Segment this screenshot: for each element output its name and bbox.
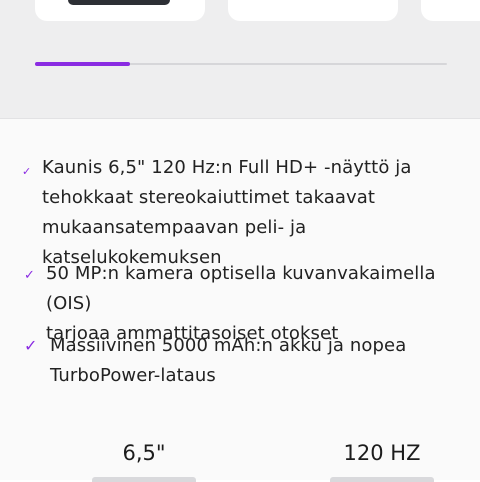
product-card[interactable] <box>421 0 480 21</box>
check-icon: ✓ <box>22 165 32 178</box>
feature-text: Massiivinen 5000 mAh:n akku ja nopea Tur… <box>50 335 407 386</box>
spec-value-screen-size: 6,5" <box>122 441 166 465</box>
check-icon: ✓ <box>24 336 38 355</box>
product-card[interactable] <box>228 0 398 21</box>
product-card[interactable] <box>35 0 205 21</box>
product-carousel <box>0 0 480 119</box>
phone-image <box>68 0 170 5</box>
carousel-scrollbar-thumb[interactable] <box>35 62 130 66</box>
spec-value-refresh-rate: 120 HZ <box>343 441 421 465</box>
spec-label-cutoff <box>302 472 462 482</box>
check-icon: ✓ <box>24 268 35 283</box>
spec-label-cutoff <box>64 472 224 482</box>
feature-text: Kaunis 6,5" 120 Hz:n Full HD+ -näyttö ja… <box>42 157 412 268</box>
carousel-scrollbar[interactable] <box>35 62 447 66</box>
